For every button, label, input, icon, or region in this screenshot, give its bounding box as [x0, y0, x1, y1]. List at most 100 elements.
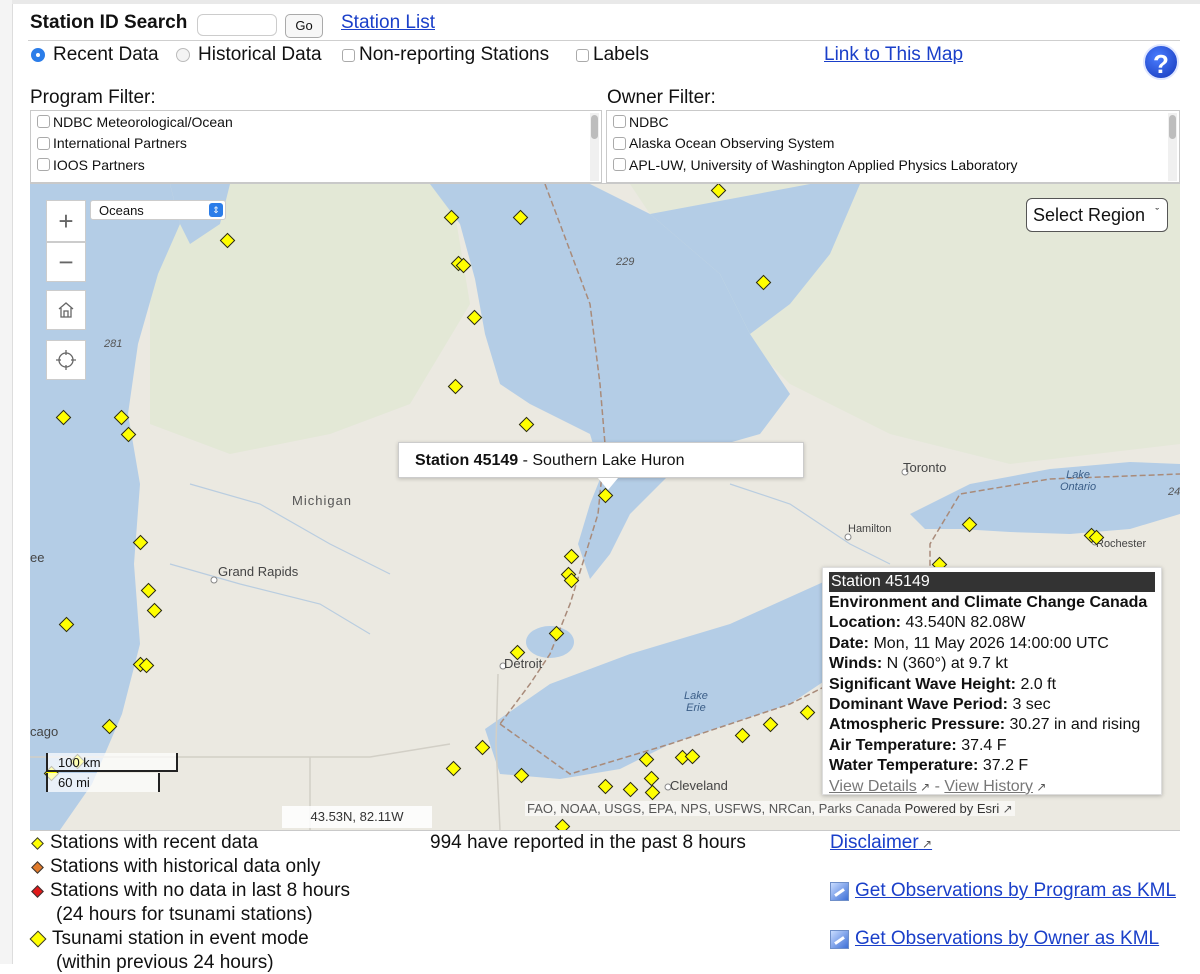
top-border	[12, 0, 1200, 4]
legend-historical: Stations with historical data only	[30, 856, 320, 878]
owner-filter-checkbox[interactable]	[613, 136, 626, 150]
label-edge-cago: cago	[30, 724, 59, 739]
legend-tsunami-label: Tsunami station in event mode	[52, 928, 309, 949]
legend-nodata: Stations with no data in last 8 hours	[30, 880, 350, 902]
view-history-link[interactable]: View History	[944, 778, 1033, 795]
red-diamond-icon	[31, 884, 44, 898]
popup-pressure: Atmospheric Pressure: 30.27 in and risin…	[829, 716, 1141, 734]
popup-date: Date: Mon, 11 May 2026 14:00:00 UTC	[829, 634, 1109, 652]
label-edge-ee: ee	[30, 550, 45, 565]
labels-checkbox[interactable]	[576, 48, 589, 62]
kml-by-owner-label: Get Observations by Owner as KML	[855, 928, 1160, 949]
crosshair-icon	[56, 350, 76, 370]
tsunami-diamond-icon	[29, 930, 47, 948]
select-arrows-icon: ⇕	[209, 203, 223, 217]
owner-filter-list[interactable]: NDBC Alaska Ocean Observing System APL-U…	[606, 110, 1180, 183]
popup-wave-height: Significant Wave Height: 2.0 ft	[829, 675, 1057, 693]
labels-option[interactable]: Labels	[576, 44, 649, 66]
program-filter-label: Program Filter:	[30, 87, 156, 108]
legend-nodata-sub: (24 hours for tsunami stations)	[56, 904, 313, 925]
owner-filter-item[interactable]: Alaska Ocean Observing System	[607, 133, 1179, 155]
owner-filter-scrollbar[interactable]	[1168, 113, 1177, 181]
station-id-search-label: Station ID Search	[30, 12, 188, 33]
cursor-coordinates: 43.53N, 82.11W	[282, 806, 432, 828]
kml-by-program-label: Get Observations by Program as KML	[855, 880, 1177, 901]
attribution-text: FAO, NOAA, USGS, EPA, NPS, USFWS, NRCan,…	[527, 801, 901, 816]
zoom-in-button[interactable]: +	[46, 200, 86, 242]
program-filter-list[interactable]: NDBC Meteorological/Ocean International …	[30, 110, 602, 183]
label-rochester: Rochester	[1096, 538, 1147, 550]
kml-by-program-link[interactable]: Get Observations by Program as KML	[830, 880, 1176, 902]
historical-data-option[interactable]: Historical Data	[176, 44, 322, 66]
label-toronto: Toronto	[903, 460, 947, 475]
external-link-icon: ↗	[999, 802, 1013, 816]
popup-location: Location: 43.540N 82.08W	[829, 614, 1026, 632]
owner-filter-item-label: NDBC	[629, 113, 669, 130]
station-id-input[interactable]	[197, 14, 277, 36]
owner-filter-item[interactable]: NDBC	[607, 111, 1179, 133]
legend-historical-label: Stations with historical data only	[50, 856, 321, 877]
program-filter-checkbox[interactable]	[37, 136, 50, 150]
label-cleveland: Cleveland	[670, 778, 728, 793]
map-attribution: FAO, NOAA, USGS, EPA, NPS, USFWS, NRCan,…	[525, 801, 1015, 816]
label-michigan: Michigan	[292, 493, 353, 508]
owner-filter-checkbox[interactable]	[613, 158, 626, 172]
program-filter-item[interactable]: IOOS Partners	[31, 154, 601, 176]
program-filter-scrollbar[interactable]	[590, 113, 599, 181]
legend-tsunami: Tsunami station in event mode	[29, 928, 309, 950]
owner-filter-item[interactable]: APL-UW, University of Washington Applied…	[607, 154, 1179, 176]
recent-data-option[interactable]: Recent Data	[31, 44, 159, 66]
program-filter-item-label: NDBC Meteorological/Ocean	[53, 113, 233, 130]
program-filter-item[interactable]: NDBC Meteorological/Ocean	[31, 111, 601, 133]
basemap-select[interactable]: Oceans ⇕	[90, 200, 226, 220]
program-filter-checkbox[interactable]	[37, 115, 50, 129]
label-detroit: Detroit	[504, 656, 543, 671]
program-filter-checkbox[interactable]	[37, 158, 50, 172]
station-list-link[interactable]: Station List	[341, 12, 435, 34]
popup-title: Station 45149	[829, 572, 1155, 592]
label-road-229: 229	[616, 256, 635, 268]
help-icon[interactable]: ?	[1143, 44, 1179, 80]
historical-data-radio[interactable]	[176, 48, 190, 62]
home-button[interactable]	[46, 290, 86, 330]
kml-icon	[830, 881, 849, 901]
select-region-dropdown[interactable]: Select Region ˇ	[1026, 198, 1168, 232]
non-reporting-option[interactable]: Non-reporting Stations	[342, 44, 549, 66]
popup-links: View Details ↗ - View History ↗	[829, 777, 1155, 797]
program-filter-item[interactable]: International Partners	[31, 133, 601, 155]
chevron-down-icon: ˇ	[1155, 207, 1159, 219]
station-map[interactable]: Michigan Grand Rapids Detroit Toronto Ha…	[30, 183, 1180, 831]
popup-air-temp: Air Temperature: 37.4 F	[829, 736, 1007, 754]
tooltip-station-name: Southern Lake Huron	[532, 452, 685, 469]
popup-wave-period: Dominant Wave Period: 3 sec	[829, 696, 1051, 714]
popup-owner: Environment and Climate Change Canada	[829, 594, 1148, 611]
owner-filter-checkbox[interactable]	[613, 115, 626, 129]
reported-count: 994 have reported in the past 8 hours	[430, 832, 746, 853]
powered-by-esri[interactable]: Powered by Esri	[905, 801, 1000, 816]
header-divider	[28, 40, 1180, 41]
external-link-icon: ↗	[1033, 779, 1047, 794]
historical-data-label: Historical Data	[198, 44, 322, 65]
non-reporting-checkbox[interactable]	[342, 48, 355, 62]
owner-filter-label: Owner Filter:	[607, 87, 716, 108]
zoom-out-button[interactable]: −	[46, 242, 86, 282]
disclaimer-link[interactable]: Disclaimer ↗	[830, 832, 932, 854]
locate-button[interactable]	[46, 340, 86, 380]
label-lake-ontario: Lake Ontario	[1060, 469, 1097, 493]
popup-water-temp: Water Temperature: 37.2 F	[829, 757, 1029, 775]
kml-by-owner-link[interactable]: Get Observations by Owner as KML	[830, 928, 1159, 950]
view-details-link[interactable]: View Details	[829, 778, 917, 795]
go-button[interactable]: Go	[285, 14, 323, 38]
program-filter-item-label: International Partners	[53, 135, 187, 152]
tooltip-pointer	[598, 478, 618, 490]
non-reporting-label: Non-reporting Stations	[359, 44, 550, 65]
legend-tsunami-sub: (within previous 24 hours)	[56, 952, 274, 973]
page-left-border	[0, 0, 13, 964]
recent-data-radio[interactable]	[31, 48, 45, 62]
link-to-map-link[interactable]: Link to This Map	[824, 44, 963, 66]
station-hover-tooltip: Station 45149 - Southern Lake Huron	[398, 442, 804, 478]
label-road-24: 24	[1168, 486, 1180, 498]
scale-km: 100 km	[46, 753, 178, 772]
legend-nodata-label: Stations with no data in last 8 hours	[50, 880, 350, 901]
tooltip-station-id: Station 45149	[415, 452, 519, 469]
